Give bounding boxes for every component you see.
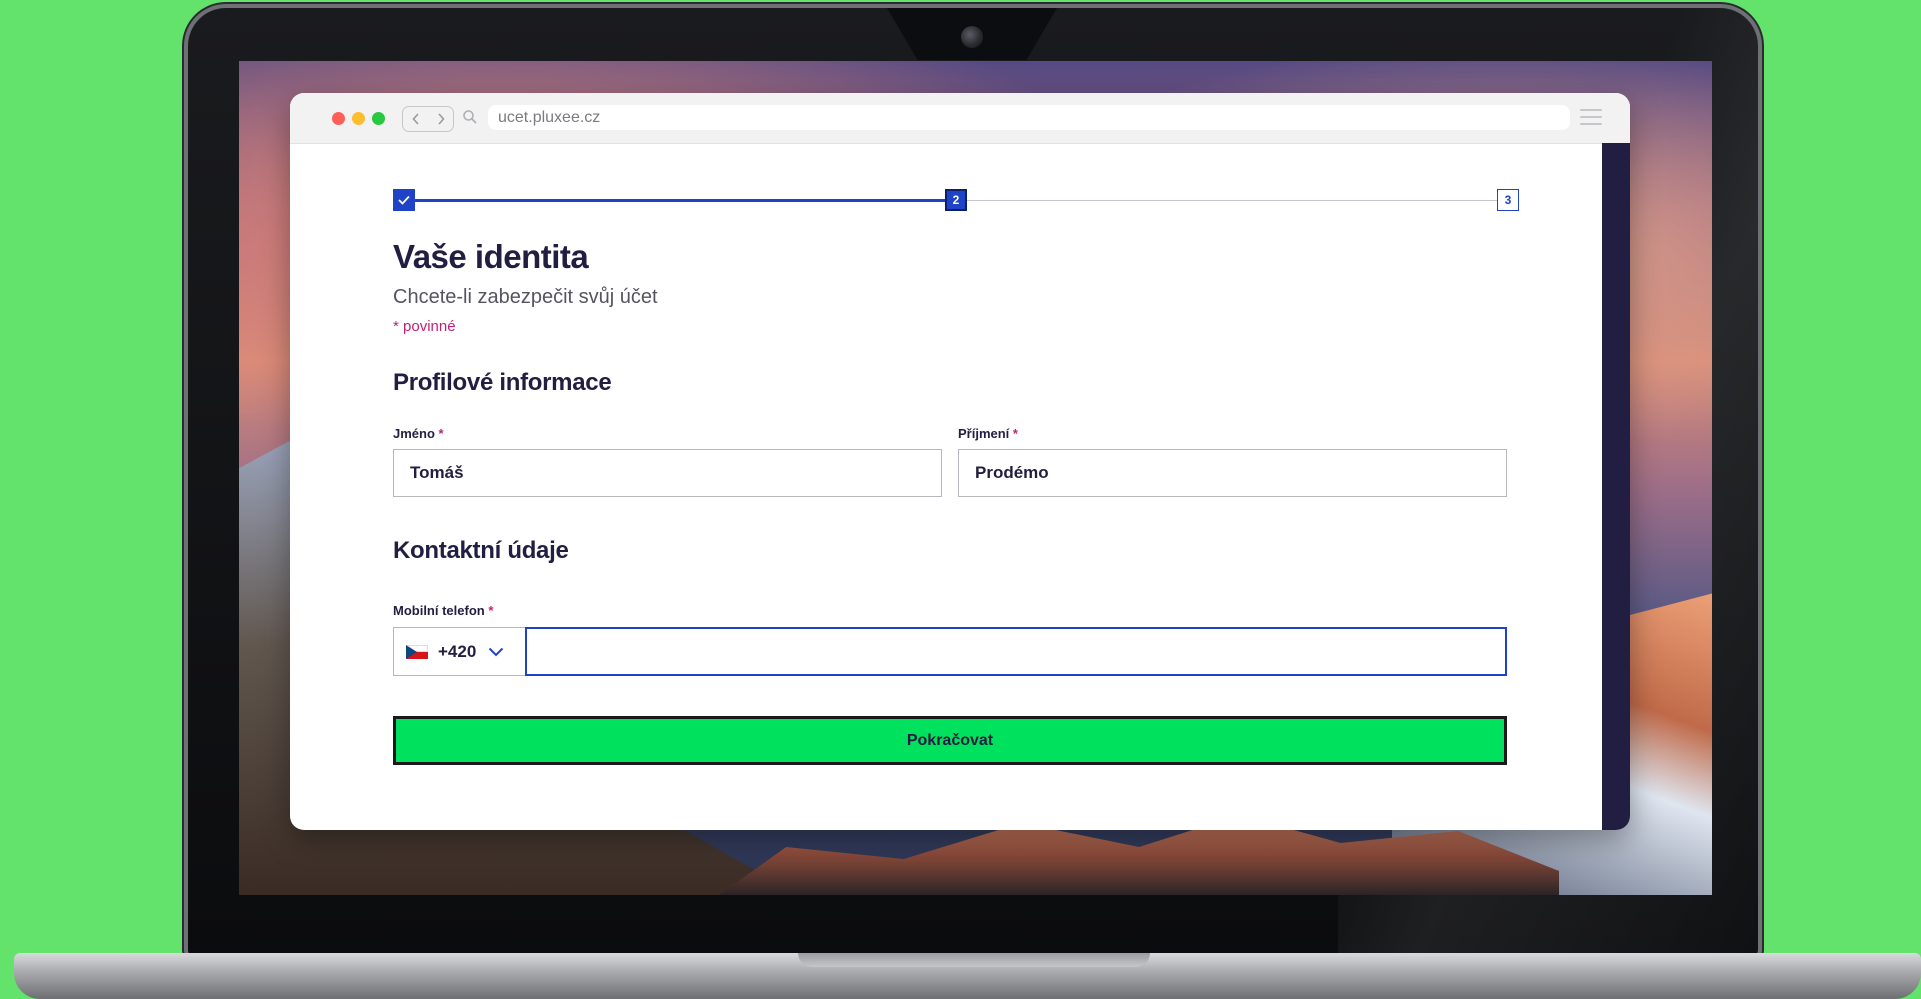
check-icon [398,195,410,205]
first-name-label: Jméno * [393,426,444,441]
navigation-buttons [402,106,454,132]
last-name-label: Příjmení * [958,426,1018,441]
address-bar[interactable]: ucet.pluxee.cz [488,105,1570,130]
chevron-down-icon [489,647,504,656]
chevron-right-icon [437,113,445,125]
page-title: Vaše identita [393,238,589,275]
phone-label-text: Mobilní telefon [393,603,485,618]
phone-label: Mobilní telefon * [393,603,493,618]
last-name-label-text: Příjmení [958,426,1010,441]
required-mark: * [438,426,444,441]
last-name-input[interactable]: Prodémo [958,449,1507,497]
step-2-current: 2 [945,189,967,211]
required-fields-note: * povinné [393,318,456,335]
continue-button[interactable]: Pokračovat [393,716,1507,765]
back-button[interactable] [403,107,428,131]
czech-flag-icon [406,644,428,659]
browser-toolbar: ucet.pluxee.cz [290,93,1630,144]
contact-section-heading: Kontaktní údaje [393,537,569,564]
minimize-window-button[interactable] [352,112,365,125]
dial-code: +420 [438,641,477,661]
chevron-left-icon [411,113,419,125]
country-code-select[interactable]: +420 [393,627,525,676]
first-name-label-text: Jméno [393,426,435,441]
phone-number-input[interactable] [525,627,1507,676]
search-icon [463,110,477,124]
stepper-progress-line [413,199,945,202]
right-side-panel [1602,143,1630,830]
browser-window: ucet.pluxee.cz 2 3 Vaše identita Chcete-… [290,93,1630,830]
stepper-remaining-line [965,200,1497,201]
close-window-button[interactable] [332,112,345,125]
step-1-completed [393,189,415,211]
first-name-input[interactable]: Tomáš [393,449,942,497]
page-subtitle: Chcete-li zabezpečit svůj účet [393,286,658,308]
required-mark: * [488,603,494,618]
registration-form: 2 3 Vaše identita Chcete-li zabezpečit s… [290,143,1602,830]
maximize-window-button[interactable] [372,112,385,125]
profile-section-heading: Profilové informace [393,369,612,396]
progress-stepper: 2 3 [393,188,1519,214]
forward-button[interactable] [428,107,453,131]
laptop-opening-notch [798,953,1150,967]
hamburger-menu-icon[interactable] [1580,109,1602,130]
camera-icon [961,26,983,48]
step-3-upcoming: 3 [1497,189,1519,211]
required-mark: * [1012,426,1018,441]
